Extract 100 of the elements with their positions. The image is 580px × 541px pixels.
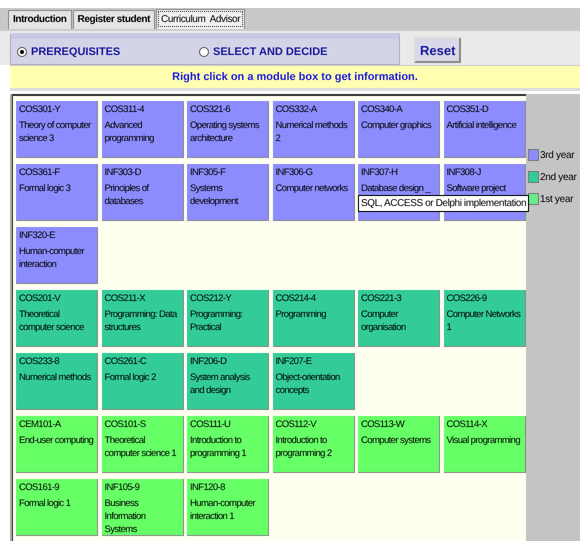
module-title: Operating systems architecture <box>190 119 260 145</box>
module-code: INF307-H <box>361 166 398 179</box>
module-box[interactable]: COS321-6 Operating systems architecture <box>187 101 269 158</box>
module-code: COS361-F <box>19 166 60 179</box>
module-title: Programming: Practical <box>190 308 244 334</box>
module-title: Object-orientation concepts <box>276 371 341 397</box>
module-title: Database design _ <box>361 182 430 195</box>
module-box[interactable]: INF306-G Computer networks <box>272 164 354 221</box>
module-title: Human-computer interaction 1 <box>190 497 256 523</box>
module-title: Computer Networks 1 <box>446 308 522 334</box>
module-code: COS261-C <box>104 355 146 368</box>
module-box[interactable]: COS301-Y Theory of computer science 3 <box>16 101 98 158</box>
module-title: Theoretical computer science <box>19 308 85 334</box>
radio-label[interactable]: PREREQUISITES <box>31 46 120 58</box>
tooltip: SQL, ACCESS or Delphi implementation <box>358 195 530 212</box>
module-box[interactable]: COS261-C Formal logic 2 <box>102 353 184 410</box>
module-title: Visual programming <box>446 434 520 447</box>
module-box[interactable]: COS233-8 Numerical methods <box>16 353 98 410</box>
module-box[interactable]: INF305-F Systems development <box>187 164 269 221</box>
legend-label: 1st year <box>540 194 574 204</box>
module-box[interactable]: COS114-X Visual programming <box>444 416 526 473</box>
module-code: INF308-J <box>446 166 481 179</box>
module-title: Formal logic 3 <box>19 182 70 195</box>
module-title: Artificial intelligence <box>446 119 516 132</box>
module-box[interactable]: COS340-A Computer graphics <box>358 101 440 158</box>
radio-label[interactable]: SELECT AND DECIDE <box>213 46 328 58</box>
module-box[interactable]: COS226-9 Computer Networks 1 <box>444 290 526 347</box>
module-title: Systems development <box>190 182 240 208</box>
module-code: INF303-D <box>104 166 141 179</box>
module-code: COS233-8 <box>19 355 60 368</box>
module-box[interactable]: INF207-E Object-orientation concepts <box>272 353 354 410</box>
module-code: CEM101-A <box>19 418 61 431</box>
module-title: Theory of computer science 3 <box>19 119 92 145</box>
tab[interactable]: Register student <box>72 10 156 29</box>
module-code: COS340-A <box>361 103 402 116</box>
module-box[interactable]: COS113-W Computer systems <box>358 416 440 473</box>
module-title: Formal logic 1 <box>19 497 70 510</box>
module-code: COS332-A <box>276 103 317 116</box>
module-code: COS221-3 <box>361 292 402 305</box>
module-box[interactable]: INF303-D Principles of databases <box>102 164 184 221</box>
module-title: Computer networks <box>276 182 348 195</box>
reset-button[interactable]: Reset <box>414 37 462 63</box>
radio-button[interactable] <box>17 46 27 56</box>
module-box[interactable]: COS112-V Introduction to programming 2 <box>272 416 354 473</box>
module-box[interactable]: COS212-Y Programming: Practical <box>187 290 269 347</box>
module-code: COS226-9 <box>446 292 487 305</box>
module-box[interactable]: COS351-D Artificial intelligence <box>444 101 526 158</box>
module-title: System analysis and design <box>190 371 251 397</box>
module-title: Software project <box>446 182 506 195</box>
module-box[interactable]: INF120-8 Human-computer interaction 1 <box>187 479 269 536</box>
module-code: COS201-V <box>19 292 60 305</box>
module-code: INF207-E <box>276 355 312 368</box>
module-title: Computer organisation <box>361 308 407 334</box>
legend-label: 3rd year <box>540 150 574 160</box>
module-box[interactable]: COS221-3 Computer organisation <box>358 290 440 347</box>
module-code: COS301-Y <box>19 103 60 116</box>
module-code: COS214-4 <box>276 292 316 305</box>
module-box[interactable]: COS201-V Theoretical computer science <box>16 290 98 347</box>
module-title: Human-computer interaction <box>19 245 86 271</box>
module-box[interactable]: INF105-9 Business Information Systems <box>102 479 184 536</box>
tab[interactable]: Introduction <box>8 10 72 29</box>
module-code: INF120-8 <box>190 481 225 494</box>
module-title: Business Information Systems <box>104 497 146 536</box>
legend-label: 2nd year <box>540 172 577 182</box>
module-code: INF320-E <box>19 229 55 242</box>
module-box[interactable]: COS211-X Programming: Data structures <box>102 290 184 347</box>
module-box[interactable]: COS311-4 Advanced programming <box>102 101 184 158</box>
module-code: COS112-V <box>276 418 316 431</box>
module-box[interactable]: INF320-E Human-computer interaction <box>16 227 98 284</box>
module-title: End-user computing <box>19 434 94 447</box>
module-code: COS212-Y <box>190 292 232 305</box>
info-message: Right click on a module box to get information. <box>172 71 418 83</box>
module-code: COS111-U <box>190 418 230 431</box>
module-title: Programming: Data structures <box>104 308 178 334</box>
module-box[interactable]: COS214-4 Programming <box>272 290 354 347</box>
module-code: COS311-4 <box>104 103 144 116</box>
module-title: Advanced programming <box>104 119 155 145</box>
module-title: Programming <box>276 308 326 321</box>
module-code: COS161-9 <box>19 481 60 494</box>
module-title: Principles of databases <box>104 182 150 208</box>
radio-button[interactable] <box>199 46 209 56</box>
module-code: COS321-6 <box>190 103 230 116</box>
module-title: Theoretical computer science 1 <box>104 434 178 460</box>
module-code: COS113-W <box>361 418 404 431</box>
module-box[interactable]: CEM101-A End-user computing <box>16 416 98 473</box>
module-box[interactable]: COS111-U Introduction to programming 1 <box>187 416 269 473</box>
module-code: COS351-D <box>446 103 488 116</box>
module-code: INF206-D <box>190 355 226 368</box>
module-code: INF305-F <box>190 166 226 179</box>
module-code: COS101-S <box>104 418 146 431</box>
module-title: Introduction to programming 1 <box>190 434 248 460</box>
module-box[interactable]: COS332-A Numerical methods 2 <box>272 101 354 158</box>
module-title: Numerical methods 2 <box>276 119 348 145</box>
module-title: Computer systems <box>361 434 431 447</box>
tab[interactable]: Curriculum Advisor <box>156 9 246 29</box>
module-box[interactable]: COS101-S Theoretical computer science 1 <box>102 416 184 473</box>
module-box[interactable]: COS161-9 Formal logic 1 <box>16 479 98 536</box>
module-box[interactable]: COS361-F Formal logic 3 <box>16 164 98 221</box>
module-code: INF105-9 <box>104 481 140 494</box>
module-box[interactable]: INF206-D System analysis and design <box>187 353 269 410</box>
